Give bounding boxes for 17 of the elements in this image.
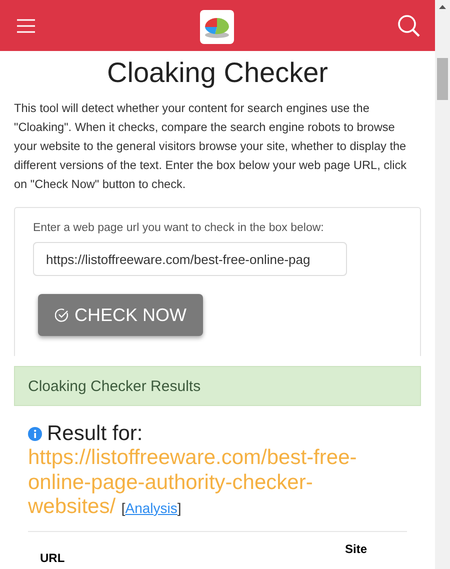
column-header: URL — [40, 550, 65, 566]
page-title: Cloaking Checker — [106, 57, 329, 89]
scrollbar-thumb[interactable] — [437, 58, 448, 100]
logo-icon[interactable] — [200, 10, 234, 44]
url-input-field[interactable]: https://listoffreeware.com/best-free-online-pag — [33, 242, 347, 276]
info-icon — [28, 427, 42, 441]
check-circle-icon — [54, 308, 68, 322]
result-label: Result for: — [47, 422, 143, 446]
results-title: Cloaking Checker Results — [28, 378, 201, 394]
field-label: Enter a web page url you want to check in the box below: — [33, 222, 325, 234]
analysis-link[interactable]: Analysis — [125, 500, 178, 516]
intro-text: This tool will detect whether your content for search engines use the "Cloaking". When it checks, compare the search engine robots to browse your website to the general visitors browse your site, whether to display the different versions of the text. Enter the box below your web page URL, click on "Check Now" button to check. — [14, 100, 408, 193]
result-url: https://listoffreeware.com/best-free-online-page-authority-checker-websites/ [Analysis] — [28, 446, 358, 520]
check-now-button[interactable]: CHECK NOW — [38, 294, 203, 336]
menu-icon[interactable] — [16, 18, 36, 34]
column-header: Site — [344, 542, 367, 558]
search-icon[interactable] — [397, 14, 421, 38]
